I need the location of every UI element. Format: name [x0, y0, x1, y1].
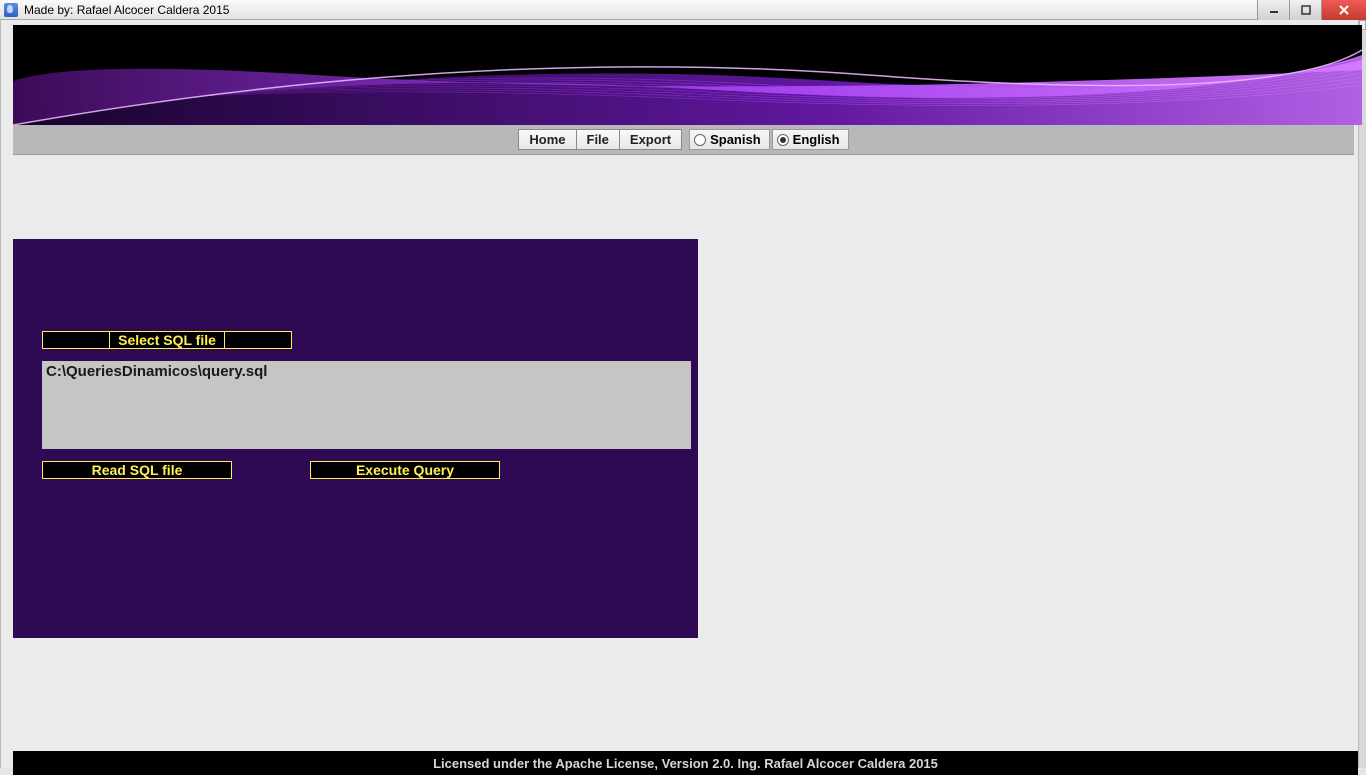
menubar: Home File Export Spanish English [13, 125, 1354, 155]
footer-bar: Licensed under the Apache License, Versi… [13, 751, 1358, 775]
export-menu-button[interactable]: Export [619, 129, 682, 150]
close-button[interactable] [1321, 0, 1366, 20]
home-menu-button[interactable]: Home [518, 129, 576, 150]
minimize-button[interactable] [1257, 0, 1289, 20]
window-titlebar: Made by: Rafael Alcocer Caldera 2015 [0, 0, 1366, 20]
read-sql-file-button[interactable]: Read SQL file [42, 461, 232, 479]
select-sql-file-button[interactable]: Select SQL file [42, 331, 292, 349]
spanish-label: Spanish [710, 132, 761, 147]
sql-panel: Select SQL file Read SQL file Execute Qu… [13, 239, 698, 638]
window-title: Made by: Rafael Alcocer Caldera 2015 [24, 3, 229, 17]
content-area: Home File Export Spanish English Select … [0, 20, 1358, 768]
sql-file-path-textarea[interactable] [42, 361, 691, 449]
maximize-button[interactable] [1289, 0, 1321, 20]
radio-unchecked-icon [694, 134, 706, 146]
footer-text: Licensed under the Apache License, Versi… [433, 756, 938, 771]
execute-query-button[interactable]: Execute Query [310, 461, 500, 479]
language-english-radio[interactable]: English [772, 129, 849, 150]
radio-checked-icon [777, 134, 789, 146]
file-menu-button[interactable]: File [576, 129, 620, 150]
english-label: English [793, 132, 840, 147]
language-spanish-radio[interactable]: Spanish [689, 129, 770, 150]
vertical-scrollbar[interactable] [1358, 20, 1366, 768]
window-controls [1257, 0, 1366, 20]
java-icon [4, 3, 18, 17]
header-banner [13, 25, 1362, 125]
